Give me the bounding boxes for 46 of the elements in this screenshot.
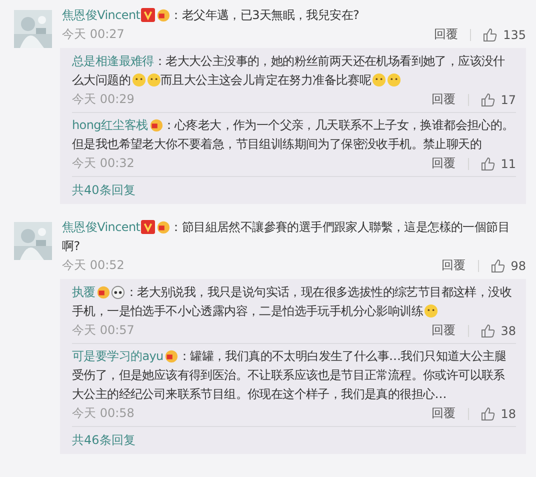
comment-text: 总是相逢最难得：老大大公主没事的，她的粉丝前两天还在机场看到她了，应该没什么大问题的 而且大公主这会儿肯定在努力准备比赛呢 xyxy=(72,53,506,89)
thumbs-up-icon xyxy=(483,28,498,42)
like-button[interactable]: 18 xyxy=(480,406,516,420)
comment-text: hong红尘客栈 ：心疼老大，作为一个父亲，几天联系不上子女，换谁都会担心的。但是我也希望老大你不要着急，节目组训练期间为了保密没收手机。禁止聊天的 xyxy=(72,117,515,153)
timestamp: 今天 00:57 xyxy=(72,322,136,339)
like-button[interactable]: 135 xyxy=(483,28,526,42)
reply-link[interactable]: 回覆 xyxy=(432,405,456,422)
like-button[interactable]: 11 xyxy=(480,156,516,170)
reply-link[interactable]: 回覆 xyxy=(432,91,456,108)
reply-link[interactable]: 回覆 xyxy=(432,322,456,339)
timestamp: 今天 00:32 xyxy=(72,155,136,172)
verified-icon xyxy=(141,8,156,22)
timestamp: 今天 00:52 xyxy=(62,257,126,274)
comment-text: 焦恩俊Vincent ：節目組居然不讓參賽的選手們跟家人聯繫，這是怎樣的一個節目啊? xyxy=(62,219,510,255)
comment-text: 焦恩俊Vincent ：老父年邁，已3天無眠，我兒安在? xyxy=(62,7,360,24)
username-link[interactable]: hong红尘客栈 xyxy=(72,118,148,132)
emoji-icon xyxy=(132,73,146,87)
timestamp: 今天 00:27 xyxy=(62,26,126,43)
thumbs-up-icon xyxy=(480,324,495,338)
username-link[interactable]: 可是要学习的ayu xyxy=(72,349,164,363)
emoji-icon xyxy=(146,73,161,87)
username-link[interactable]: 焦恩俊Vincent xyxy=(62,8,140,22)
reply-link[interactable]: 回覆 xyxy=(434,26,458,43)
thumbs-up-icon xyxy=(490,258,505,272)
thumbs-up-icon xyxy=(480,156,495,170)
emoji-icon xyxy=(424,304,438,318)
comment-text: 可是要学习的ayu ：罐罐，我们真的不太明白发生了什么事…我们只知道大公主腿受伤了，但是她应该有得到医治。不让联系应该也是节目正常流程。你或许可以联系大公主的经纪公司来联系节目组。你现在这个样子，我们是真的很担心… xyxy=(72,348,507,403)
timestamp: 今天 00:58 xyxy=(72,405,136,422)
username-link[interactable]: 总是相逢最难得 xyxy=(72,54,154,68)
comment-text: 执覆 ：老大别说我，我只是说句实话，现在很多选拔性的综艺节目都这样，没收手机，一是怕选手不小心透露内容，二是怕选手玩手机分心影响训练 xyxy=(72,284,513,320)
verified-icon xyxy=(141,220,156,234)
thumbs-up-icon xyxy=(480,92,495,106)
panda-icon xyxy=(111,285,126,299)
thumbs-up-icon xyxy=(480,406,495,420)
more-replies-link[interactable]: 共46条回复 xyxy=(72,427,136,452)
username-link[interactable]: 焦恩俊Vincent xyxy=(62,220,140,234)
more-replies-link[interactable]: 共40条回复 xyxy=(72,177,136,202)
username-link[interactable]: 执覆 xyxy=(72,285,96,299)
like-button[interactable]: 38 xyxy=(480,324,516,338)
emoji-icon xyxy=(387,73,402,87)
like-button[interactable]: 17 xyxy=(480,92,516,106)
timestamp: 今天 00:29 xyxy=(72,91,136,108)
emoji-icon xyxy=(372,73,386,87)
like-button[interactable]: 98 xyxy=(490,258,526,272)
reply-link[interactable]: 回覆 xyxy=(442,257,466,274)
reply-link[interactable]: 回覆 xyxy=(432,155,456,172)
